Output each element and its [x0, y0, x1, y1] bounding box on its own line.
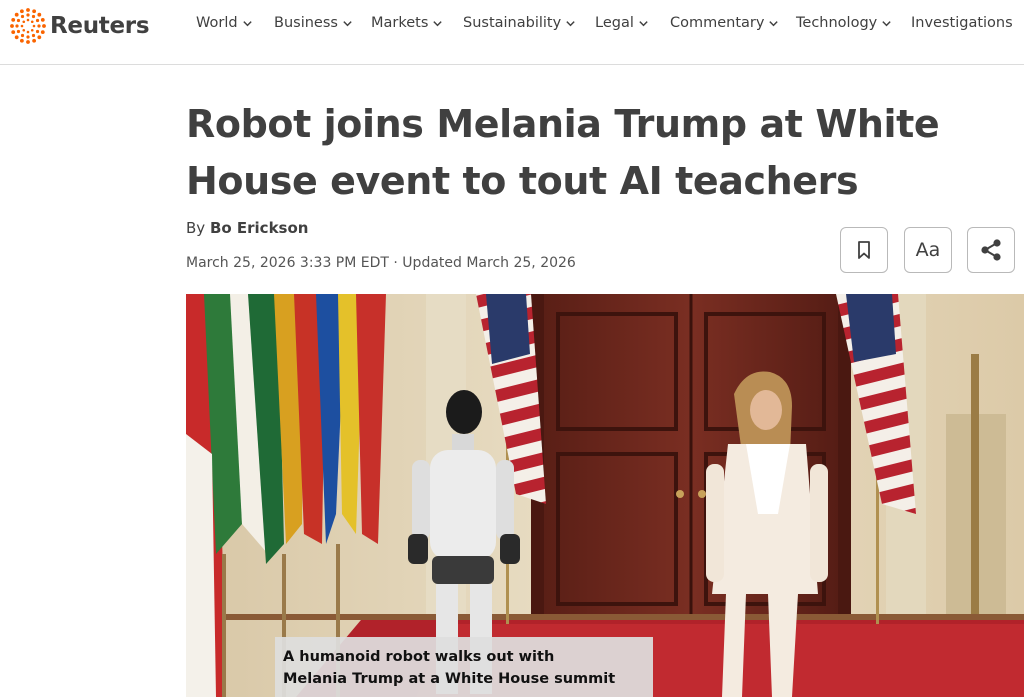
nav-item-investigations[interactable]: Investigations [911, 15, 1013, 31]
article-video[interactable]: A humanoid robot walks out with Melania … [186, 294, 1024, 697]
nav-item-legal[interactable]: Legal [595, 15, 649, 31]
nav-item-sustainability[interactable]: Sustainability [463, 15, 576, 31]
byline: By Bo Erickson [186, 219, 308, 237]
nav-item-world[interactable]: World [196, 15, 253, 31]
caption-line-2: Melania Trump at a White House summit [283, 671, 616, 687]
site-header: Reuters World Business Markets Sustainabili… [0, 0, 1024, 65]
author-link[interactable]: Bo Erickson [210, 219, 309, 237]
chevron-down-icon [639, 20, 648, 26]
article-headline: Robot joins Melania Trump at White House… [186, 102, 940, 203]
chevron-down-icon [242, 20, 252, 26]
text-size-button[interactable]: Aa [904, 227, 952, 273]
share-button[interactable] [967, 227, 1015, 273]
reuters-dot-ring-icon [10, 8, 46, 44]
nav-item-label: Sustainability [463, 15, 562, 31]
nav-item-technology[interactable]: Technology [796, 15, 892, 31]
nav-item-label: Technology [796, 15, 878, 31]
reuters-logo[interactable]: Reuters [10, 8, 150, 44]
byline-prefix: By [186, 219, 210, 237]
nav-item-label: World [196, 15, 238, 31]
nav-item-business[interactable]: Business [274, 15, 353, 31]
chevron-down-icon [433, 20, 443, 26]
chevron-down-icon [343, 20, 352, 26]
video-caption: A humanoid robot walks out with Melania … [275, 637, 653, 697]
nav-item-markets[interactable]: Markets [371, 15, 443, 31]
logo-text: Reuters [50, 13, 150, 39]
nav-item-label: Markets [371, 15, 429, 31]
nav-item-commentary[interactable]: Commentary [670, 15, 779, 31]
nav-item-label: Investigations [911, 15, 1013, 31]
nav-item-label: Legal [595, 15, 634, 31]
nav-item-label: Business [274, 15, 338, 31]
share-icon [981, 239, 1001, 261]
bookmark-icon [858, 241, 870, 259]
text-size-label: Aa [915, 239, 941, 261]
chevron-down-icon [882, 20, 891, 26]
nav-item-label: Commentary [670, 15, 765, 31]
chevron-down-icon [566, 20, 575, 26]
chevron-down-icon [769, 20, 779, 26]
article-dateline: March 25, 2026 3:33 PM EDT · Updated Mar… [186, 255, 576, 271]
bookmark-button[interactable] [840, 227, 888, 273]
caption-line-1: A humanoid robot walks out with [283, 649, 555, 665]
